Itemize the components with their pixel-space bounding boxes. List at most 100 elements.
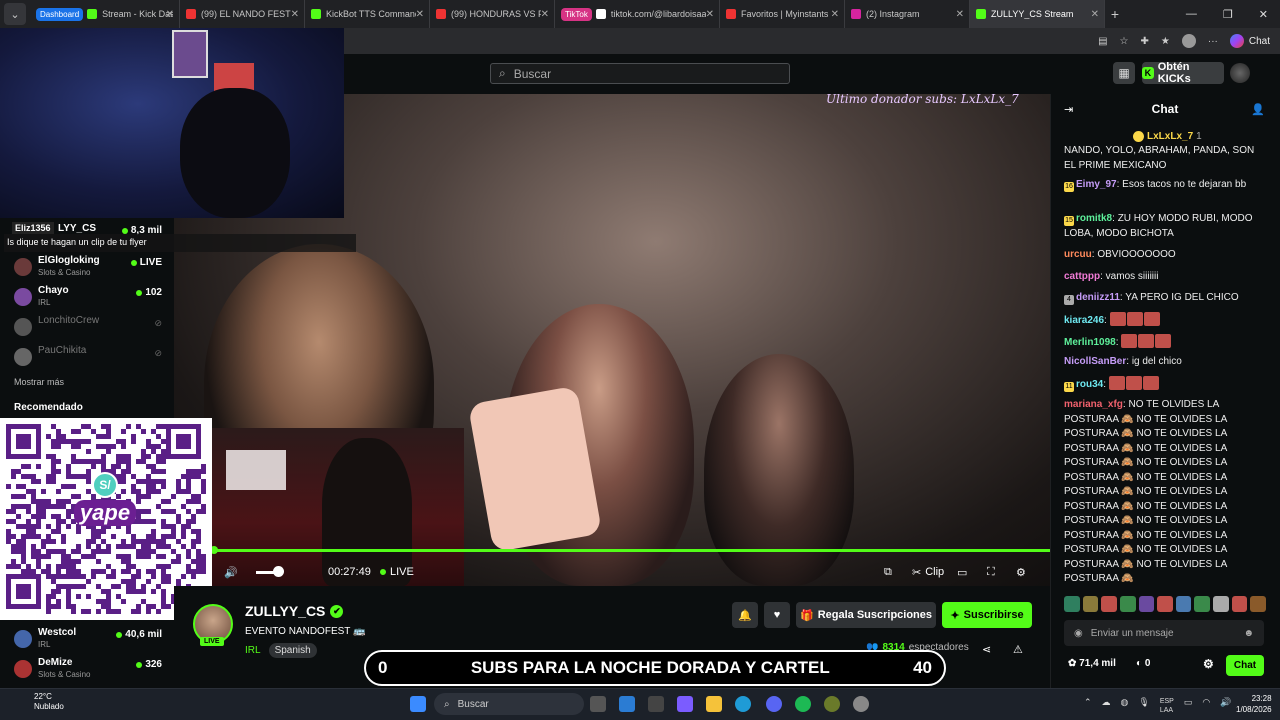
chat-send-button[interactable]: Chat — [1226, 655, 1264, 676]
tab-close-icon[interactable]: ✕ — [416, 9, 424, 20]
emote-icon[interactable] — [1157, 596, 1173, 612]
chat-username[interactable]: Eimy_97 — [1076, 179, 1117, 190]
browser-tab[interactable]: Dashboard Stream - Kick Dashboard✕ — [30, 0, 180, 28]
maximize-icon[interactable]: ❐ — [1223, 8, 1233, 21]
channel-name[interactable]: ZULLYY_CS ✔ — [245, 603, 344, 619]
volume-knob[interactable] — [273, 566, 284, 577]
live-indicator[interactable]: LIVE — [380, 565, 414, 579]
weather-widget[interactable]: 22°C Nublado — [12, 692, 64, 712]
copilot-chat-button[interactable]: Chat — [1229, 34, 1270, 48]
emote-icon[interactable] — [1194, 596, 1211, 612]
chat-message[interactable]: NANDO, YOLO, ABRAHAM, PANDA, SON EL PRIM… — [1064, 144, 1264, 173]
chat-message[interactable]: urcuu: OBVIOOOOOOO — [1064, 248, 1264, 263]
file-explorer-icon[interactable] — [706, 696, 722, 712]
copilot-taskbar-icon[interactable] — [677, 696, 693, 712]
emote-icon[interactable] — [1250, 596, 1267, 612]
volume-icon[interactable]: 🔊 — [224, 565, 238, 579]
chat-message[interactable]: 11 rou34: — [1064, 376, 1264, 393]
chat-username[interactable]: rou34 — [1076, 379, 1103, 390]
browser-tab[interactable]: TikTok tiktok.com/@libardoisaac ✕ — [555, 0, 720, 28]
chat-username[interactable]: urcuu — [1064, 249, 1092, 260]
fullscreen-icon[interactable]: ⛶ — [987, 565, 995, 579]
tab-close-icon[interactable]: ✕ — [706, 9, 714, 20]
mic-icon[interactable]: 🎙 — [1138, 697, 1149, 715]
browser-tab[interactable]: ZULLYY_CS Stream ✕ — [970, 0, 1105, 28]
emote-icon[interactable] — [1119, 596, 1136, 612]
more-menu-icon[interactable]: ··· — [1208, 36, 1218, 47]
chat-input[interactable]: ◉ Enviar un mensaje ☻ — [1064, 620, 1264, 646]
user-avatar[interactable] — [1230, 63, 1250, 83]
chat-username[interactable]: kiara246 — [1064, 315, 1104, 326]
emote-icon[interactable] — [1213, 596, 1229, 612]
browser-tab[interactable]: KickBot TTS Commands ✕ — [305, 0, 430, 28]
report-icon[interactable]: ⚠ — [1013, 642, 1023, 656]
subscribe-button[interactable]: ✦ Suscribirse — [942, 602, 1032, 628]
category-link[interactable]: IRL — [245, 645, 261, 656]
chat-username[interactable]: deniizz11 — [1076, 292, 1120, 303]
tab-close-icon[interactable]: ✕ — [1091, 9, 1099, 20]
chat-message[interactable]: 4 deniizz11: YA PERO IG DEL CHICO — [1064, 291, 1264, 306]
sidebar-recommended-channel[interactable]: Westcol IRL 40,6 mil — [14, 626, 164, 652]
chat-users-icon[interactable]: 👤 — [1251, 102, 1265, 116]
emote-bar[interactable] — [1064, 596, 1267, 614]
task-view-icon[interactable] — [590, 696, 606, 712]
show-more-link[interactable]: Mostrar más — [14, 377, 64, 387]
language-tag[interactable]: Spanish — [268, 643, 317, 658]
tab-search-icon[interactable]: ⌄ — [4, 3, 26, 25]
follow-heart-icon[interactable]: ♥ — [764, 602, 790, 628]
search-input[interactable]: ⌕ Buscar — [490, 63, 790, 84]
settings-app-icon[interactable] — [853, 696, 869, 712]
bookmark-star-icon[interactable]: ☆ — [1120, 36, 1129, 47]
kicks-balance[interactable]: ✿ 71,4 mil — [1068, 658, 1116, 669]
chevron-up-icon[interactable]: ⌃ — [1084, 697, 1092, 715]
system-clock[interactable]: 23:28 1/08/2026 — [1236, 693, 1272, 715]
tab-close-icon[interactable]: ✕ — [541, 9, 549, 20]
sidebar-channel[interactable]: Chayo IRL 102 — [14, 284, 164, 310]
tab-close-icon[interactable]: ✕ — [956, 9, 964, 20]
chat-username[interactable]: NicollSanBer — [1064, 356, 1126, 367]
volume-tray-icon[interactable]: 🔊 — [1220, 697, 1231, 715]
emote-icon[interactable] — [1064, 596, 1080, 612]
obs-icon[interactable] — [824, 696, 840, 712]
wifi-icon[interactable]: ◠ — [1202, 697, 1210, 715]
display-icon[interactable]: ▭ — [1184, 697, 1193, 715]
sidebar-channel[interactable]: LonchitoCrew ⊘ — [14, 314, 164, 340]
app-tray-icon[interactable]: ◍ — [1121, 697, 1129, 715]
chat-message[interactable]: 16 Eimy_97: Esos tacos no te dejaran bb — [1064, 178, 1264, 193]
chat-message[interactable]: Merlin1098: — [1064, 334, 1264, 351]
tab-group-label[interactable]: TikTok — [561, 7, 592, 21]
emote-icon[interactable] — [1101, 596, 1117, 612]
sidebar-recommended-channel[interactable]: DeMize Slots & Casino 326 — [14, 656, 164, 682]
clip-button[interactable]: ✂ Clip — [912, 565, 944, 579]
spotify-icon[interactable] — [795, 696, 811, 712]
notifications-bell-icon[interactable]: 🔔 — [732, 602, 758, 628]
browser-tab[interactable]: (99) HONDURAS VS PER✕ — [430, 0, 555, 28]
chat-message[interactable]: cattppp: vamos siiiiiii — [1064, 270, 1264, 285]
chat-username[interactable]: Merlin1098 — [1064, 337, 1116, 348]
language-indicator[interactable]: ESP LAA — [1160, 697, 1174, 715]
chat-username[interactable]: mariana_xfg — [1064, 399, 1123, 410]
store-icon[interactable] — [648, 696, 664, 712]
chat-message[interactable]: kiara246: — [1064, 312, 1264, 329]
emoji-picker-icon[interactable]: ☻ — [1243, 628, 1254, 639]
gift-subs-button[interactable]: 🎁 Regala Suscripciones — [796, 602, 936, 628]
miniplayer-icon[interactable]: ⧉ — [884, 565, 892, 579]
progress-bar[interactable] — [210, 546, 1050, 554]
settings-gear-icon[interactable]: ⚙ — [1016, 565, 1026, 579]
chat-message[interactable]: 15 romitk8: ZU HOY MODO RUBI, MODO LOBA, … — [1064, 212, 1264, 241]
profile-avatar[interactable] — [1181, 34, 1196, 48]
minimize-icon[interactable]: — — [1186, 8, 1197, 20]
tab-close-icon[interactable]: ✕ — [831, 9, 839, 20]
chat-message[interactable]: NicollSanBer: ig del chico — [1064, 355, 1264, 370]
pinned-gifter[interactable]: LxLxLx_7 1 — [1133, 131, 1202, 142]
windows-start-icon[interactable] — [410, 696, 426, 712]
system-tray[interactable]: ⌃ ☁ ◍ 🎙 ESP LAA ▭ ◠ 🔊 — [1084, 697, 1231, 715]
share-icon[interactable]: ⋖ — [982, 642, 991, 656]
emote-icon[interactable] — [1138, 596, 1155, 612]
tab-group-label[interactable]: Dashboard — [36, 7, 84, 21]
close-icon[interactable]: ✕ — [1259, 8, 1268, 21]
browser-tab[interactable]: Favoritos | Myinstants ✕ — [720, 0, 845, 28]
tab-close-icon[interactable]: ✕ — [166, 9, 174, 20]
new-tab-button[interactable]: + — [1105, 6, 1125, 22]
tab-close-icon[interactable]: ✕ — [291, 9, 299, 20]
